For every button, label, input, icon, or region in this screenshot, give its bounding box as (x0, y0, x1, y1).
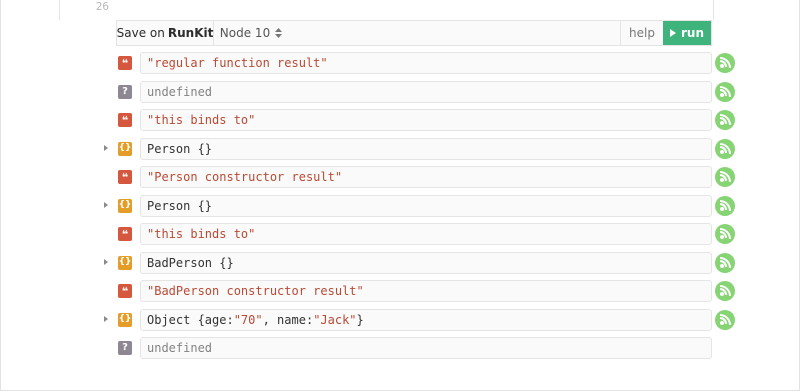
output-row: ? undefined (97, 80, 712, 103)
question-mark-icon: ? (118, 341, 132, 355)
rss-feed-icon[interactable] (715, 81, 735, 102)
help-button[interactable]: help (620, 21, 663, 45)
rss-arc (720, 256, 731, 268)
output-value[interactable]: BadPerson {} (140, 251, 712, 274)
rss-feed-icon[interactable] (715, 224, 735, 244)
output-row: {} Person {} (97, 194, 712, 217)
output-value-part: , name: (262, 312, 314, 327)
quote-icon: ❝ (118, 56, 132, 70)
expand-triangle-icon[interactable] (104, 315, 108, 322)
rss-arc (720, 285, 731, 296)
output-value[interactable]: Object {age: "70", name: "Jack"} (140, 308, 712, 331)
rss-arc (720, 171, 731, 182)
rss-feed-icon[interactable] (715, 167, 735, 187)
sort-caret-icon (275, 28, 283, 38)
output-value-part: "Jack" (313, 312, 357, 327)
rss-feed-icon[interactable] (715, 110, 735, 130)
rss-feed-icon[interactable] (715, 195, 735, 216)
object-braces-icon: {} (118, 198, 132, 213)
output-value-part: "70" (233, 312, 263, 327)
rss-feed-icon[interactable] (715, 138, 735, 159)
expand-triangle-icon[interactable] (104, 258, 108, 265)
runkit-brand: RunKit (167, 26, 214, 40)
line-number: 26 (95, 0, 109, 13)
object-braces-icon: {} (118, 312, 132, 327)
rss-arc (720, 114, 731, 125)
play-icon (669, 29, 676, 37)
rss-arc (720, 57, 731, 68)
run-label: run (680, 26, 704, 40)
output-row: {} Object {age: "70", name: "Jack"} (97, 308, 712, 331)
save-on-runkit-button[interactable]: Save on RunKit (117, 21, 214, 45)
rss-feed-icon[interactable] (715, 252, 735, 273)
save-text: Save on (116, 26, 165, 40)
quote-icon: ❝ (118, 227, 132, 241)
output-row: {} BadPerson {} (97, 251, 712, 274)
object-braces-icon: {} (118, 141, 132, 156)
output-row: ❝ "regular function result" (97, 52, 712, 74)
rss-arc (720, 85, 731, 97)
output-value: "this binds to" (140, 223, 712, 245)
output-row: ❝ "BadPerson constructor result" (97, 280, 712, 302)
rss-arc (720, 313, 731, 325)
rss-arc (720, 142, 731, 154)
rss-feed-icon[interactable] (715, 309, 735, 330)
output-value: "regular function result" (140, 52, 712, 74)
output-value[interactable]: Person {} (140, 194, 712, 217)
output-value: undefined (140, 80, 712, 103)
question-mark-icon: ? (118, 84, 132, 99)
output-value-part: } (356, 312, 364, 327)
expand-triangle-icon[interactable] (104, 201, 108, 208)
runkit-embed: 26 Save on RunKit Node 10 help run ❝ "reg… (0, 0, 800, 391)
output-value: "BadPerson constructor result" (140, 280, 712, 302)
node-version-select[interactable]: Node 10 (214, 21, 288, 45)
rss-feed-icon[interactable] (715, 281, 735, 301)
run-button[interactable]: run (663, 21, 711, 45)
output-value: undefined (140, 337, 712, 359)
output-value-part: Object {age: (147, 312, 234, 327)
output-row: ❝ "Person constructor result" (97, 166, 712, 188)
output-row: ❝ "this binds to" (97, 109, 712, 131)
output-row: {} Person {} (97, 137, 712, 160)
output-value: "Person constructor result" (140, 166, 712, 188)
quote-icon: ❝ (118, 170, 132, 184)
expand-triangle-icon[interactable] (104, 144, 108, 151)
output-value: "this binds to" (140, 109, 712, 131)
quote-icon: ❝ (118, 284, 132, 298)
code-editor[interactable] (59, 0, 714, 20)
runkit-toolbar: Save on RunKit Node 10 help run (116, 20, 712, 46)
output-value[interactable]: Person {} (140, 137, 712, 160)
rss-arc (720, 228, 731, 239)
rss-feed-icon[interactable] (715, 53, 735, 73)
quote-icon: ❝ (118, 113, 132, 127)
output-row: ? undefined (97, 337, 712, 359)
rss-arc (720, 199, 731, 211)
object-braces-icon: {} (118, 255, 132, 270)
output-row: ❝ "this binds to" (97, 223, 712, 245)
node-version-label: Node 10 (219, 26, 271, 40)
